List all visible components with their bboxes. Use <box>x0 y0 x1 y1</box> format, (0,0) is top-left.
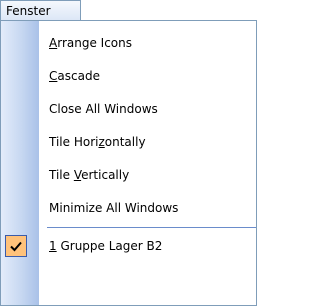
menu-item-tile-vertically[interactable]: Tile Vertically <box>1 159 256 192</box>
menu-fenster[interactable]: Fenster <box>0 0 81 21</box>
checkmark-icon <box>5 235 27 257</box>
menu-item-list: Arrange Icons Cascade Close All Windows … <box>1 27 256 263</box>
menu-item-minimize-all-windows[interactable]: Minimize All Windows <box>1 192 256 225</box>
menu-item-tile-horizontally[interactable]: Tile Horizontally <box>1 126 256 159</box>
menu-bar: Fenster <box>0 0 257 22</box>
menu-item-arrange-icons[interactable]: Arrange Icons <box>1 27 256 60</box>
menu-item-close-all-windows[interactable]: Close All Windows <box>1 93 256 126</box>
menu-item-window-gruppe-lager-b2[interactable]: 1 Gruppe Lager B2 <box>1 230 256 263</box>
menu-title-label: Fenster <box>6 4 51 18</box>
fenster-dropdown: Arrange Icons Cascade Close All Windows … <box>0 20 257 306</box>
menu-item-cascade[interactable]: Cascade <box>1 60 256 93</box>
